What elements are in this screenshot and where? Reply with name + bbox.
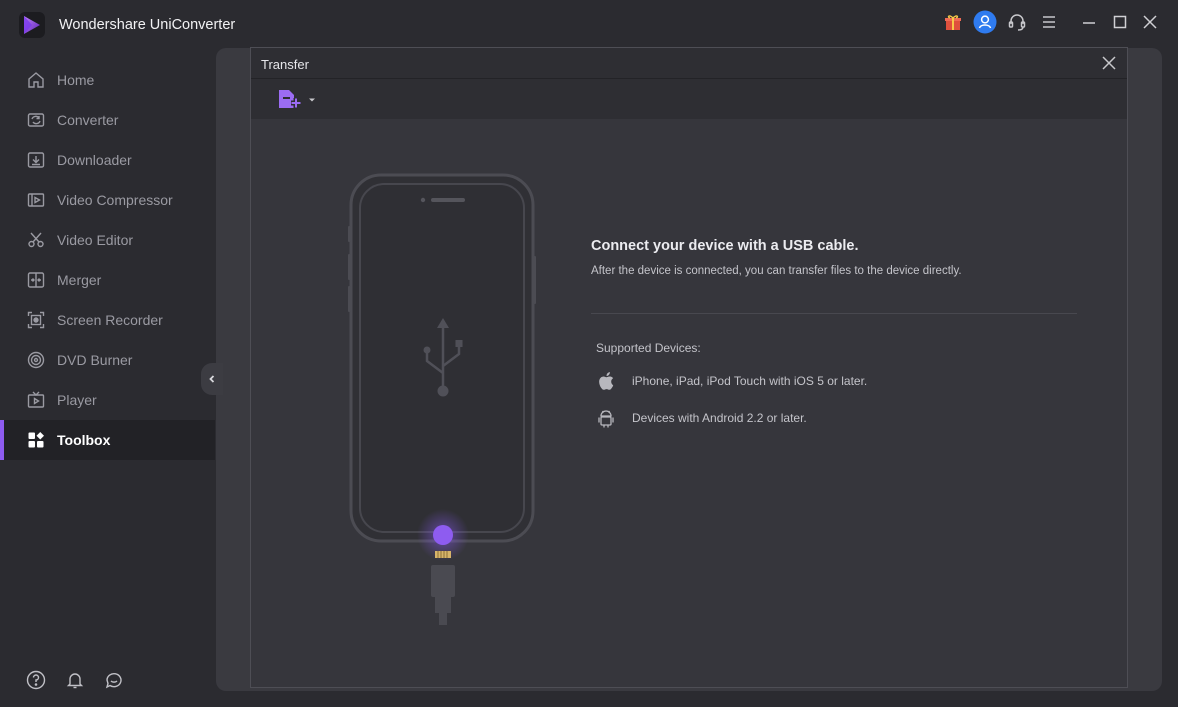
maximize-icon[interactable]: [1108, 10, 1132, 34]
connect-subtitle: After the device is connected, you can t…: [591, 265, 962, 277]
add-file-button[interactable]: [277, 87, 321, 113]
chevron-down-icon: [309, 98, 315, 102]
chevron-left-icon: [209, 375, 215, 383]
sidebar: Home Converter Downloader Video Compress…: [0, 60, 215, 460]
sidebar-item-video-compressor[interactable]: Video Compressor: [0, 180, 215, 220]
sidebar-item-label: Screen Recorder: [57, 312, 163, 328]
sidebar-item-label: DVD Burner: [57, 352, 133, 368]
feedback-icon[interactable]: [104, 670, 124, 690]
apple-icon: [596, 371, 616, 391]
sidebar-item-player[interactable]: Player: [0, 380, 215, 420]
device-android-text: Devices with Android 2.2 or later.: [632, 411, 807, 425]
connect-title: Connect your device with a USB cable.: [591, 238, 859, 254]
sidebar-item-converter[interactable]: Converter: [0, 100, 215, 140]
screen-recorder-icon: [26, 310, 46, 330]
bell-icon[interactable]: [65, 670, 85, 690]
sidebar-item-label: Toolbox: [57, 432, 111, 448]
home-icon: [26, 70, 46, 90]
sidebar-item-merger[interactable]: Merger: [0, 260, 215, 300]
sidebar-item-downloader[interactable]: Downloader: [0, 140, 215, 180]
downloader-icon: [26, 150, 46, 170]
toolbox-icon: [26, 430, 46, 450]
add-file-icon: [279, 90, 301, 108]
menu-icon[interactable]: [1037, 10, 1061, 34]
collapse-sidebar-button[interactable]: [201, 363, 223, 395]
sidebar-item-label: Home: [57, 72, 95, 88]
device-row-ios: iPhone, iPad, iPod Touch with iOS 5 or l…: [596, 371, 867, 391]
video-compressor-icon: [26, 190, 46, 210]
dvd-icon: [26, 350, 46, 370]
device-ios-text: iPhone, iPad, iPod Touch with iOS 5 or l…: [632, 374, 868, 388]
supported-devices-title: Supported Devices:: [596, 341, 701, 355]
sidebar-item-label: Converter: [57, 112, 119, 128]
sidebar-item-label: Merger: [57, 272, 102, 288]
account-icon[interactable]: [973, 10, 997, 34]
title-bar: Wondershare UniConverter: [0, 0, 1178, 48]
divider: [591, 313, 1077, 314]
sidebar-item-video-editor[interactable]: Video Editor: [0, 220, 215, 260]
android-icon: [596, 408, 616, 428]
app-logo-icon: [19, 12, 45, 38]
dialog-header: Transfer: [251, 48, 1127, 79]
gift-icon[interactable]: [941, 10, 965, 34]
sidebar-item-label: Video Editor: [57, 232, 134, 248]
dialog-close-icon[interactable]: [1101, 55, 1117, 71]
merger-icon: [26, 270, 46, 290]
dialog-toolbar: [251, 79, 1127, 119]
transfer-dialog: Transfer Connect your device with a USB …: [250, 47, 1128, 688]
sidebar-item-label: Video Compressor: [57, 192, 173, 208]
sidebar-item-toolbox[interactable]: Toolbox: [0, 420, 215, 460]
sidebar-item-dvd-burner[interactable]: DVD Burner: [0, 340, 215, 380]
headset-icon[interactable]: [1005, 10, 1029, 34]
minimize-icon[interactable]: [1077, 10, 1101, 34]
dialog-title: Transfer: [261, 57, 309, 72]
sidebar-item-label: Player: [57, 392, 97, 408]
sidebar-item-screen-recorder[interactable]: Screen Recorder: [0, 300, 215, 340]
player-icon: [26, 390, 46, 410]
app-title: Wondershare UniConverter: [59, 17, 236, 33]
app-window: Wondershare UniConverter Home Converter …: [0, 0, 1178, 707]
scissors-icon: [26, 230, 46, 250]
converter-icon: [26, 110, 46, 130]
help-icon[interactable]: [26, 670, 46, 690]
sidebar-footer: [26, 670, 124, 690]
device-row-android: Devices with Android 2.2 or later.: [596, 408, 807, 428]
close-icon[interactable]: [1138, 10, 1162, 34]
sidebar-item-label: Downloader: [57, 152, 132, 168]
sidebar-item-home[interactable]: Home: [0, 60, 215, 100]
phone-illustration: [348, 173, 536, 625]
